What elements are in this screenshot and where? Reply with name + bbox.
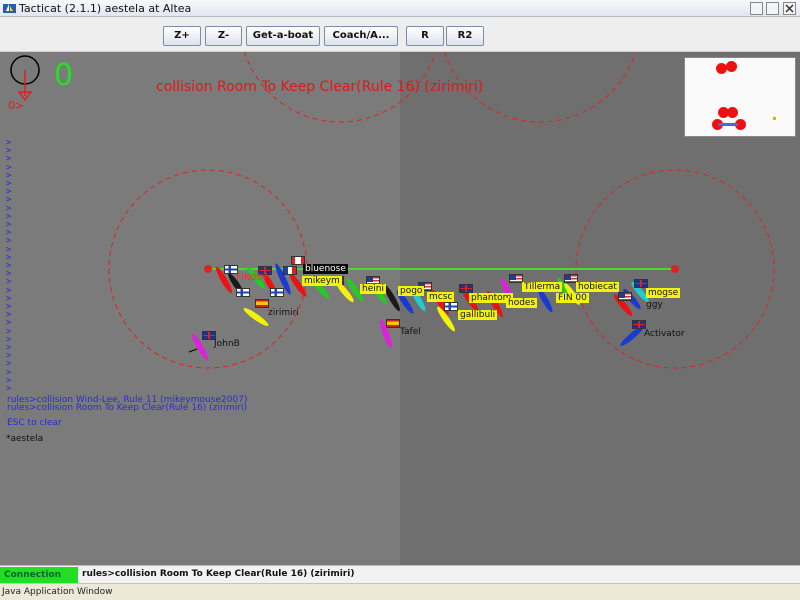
get-a-boat-button[interactable]: Get-a-boat: [246, 26, 320, 46]
minimap-fleet: [718, 123, 738, 126]
score-display: 0: [54, 58, 74, 93]
boat-label: Tafel: [400, 327, 421, 337]
minimap-boat: [773, 117, 776, 120]
boat-label: pogo: [398, 286, 425, 296]
log-prompt-marker: >: [6, 384, 12, 394]
flag-icon: [386, 319, 400, 328]
status-bar: Connection OK rules>collision Room To Ke…: [0, 565, 800, 596]
zoom-out-button[interactable]: Z-: [205, 26, 242, 46]
flag-icon: [283, 266, 297, 275]
minimap-mark: [726, 61, 737, 72]
close-icon[interactable]: [783, 2, 796, 15]
boat-label: mcsc: [427, 292, 455, 302]
r2-button[interactable]: R2: [446, 26, 484, 46]
toolbar: Z+ Z- Get-a-boat Coach/A... R R2: [0, 17, 800, 52]
flag-icon: [270, 288, 284, 297]
flag-icon: [509, 274, 523, 283]
boat-label: zirimiri: [268, 308, 299, 318]
window-title: Tacticat (2.1.1) aestela at Altea: [19, 2, 192, 15]
boat-label: Tillerma: [522, 282, 563, 292]
flag-icon: [634, 279, 648, 288]
current-user: *aestela: [6, 434, 44, 444]
boat-label: hodes: [506, 298, 538, 308]
boat-label: ggy: [646, 300, 663, 310]
flag-icon: [444, 302, 458, 311]
flag-icon: [618, 292, 632, 301]
boat-label: mogse: [646, 288, 681, 298]
boat-label: heini: [360, 284, 386, 294]
boat-label: hobiecat: [576, 282, 619, 292]
restore-icon[interactable]: [766, 2, 779, 15]
flag-icon: [255, 299, 269, 308]
committee-boat: [671, 265, 679, 273]
window-titlebar: Tacticat (2.1.1) aestela at Altea: [0, 0, 800, 17]
minimap[interactable]: [684, 57, 796, 137]
boat-label: mikeym: [302, 276, 342, 286]
boat: [243, 308, 269, 326]
flag-icon: [459, 284, 473, 293]
status-message: rules>collision Room To Keep Clear(Rule …: [82, 569, 355, 579]
r-button[interactable]: R: [406, 26, 444, 46]
wind-indicator: [10, 55, 40, 102]
connection-status: Connection OK: [0, 567, 78, 596]
boat-label: Activator: [644, 329, 685, 339]
collision-alert: collision Room To Keep Clear(Rule 16) (z…: [156, 79, 484, 95]
minimize-icon[interactable]: [750, 2, 763, 15]
app-icon: [3, 4, 16, 13]
boat-label: FIN 00: [556, 293, 589, 303]
race-field[interactable]: 0 0> collision Room To Keep Clear(Rule 1…: [0, 52, 800, 565]
course-graphics: [10, 52, 775, 369]
zoom-in-button[interactable]: Z+: [163, 26, 201, 46]
minimap-mark: [727, 107, 738, 118]
wind-label: 0>: [8, 99, 25, 112]
log-line: rules>collision Room To Keep Clear(Rule …: [7, 403, 248, 413]
coach-button[interactable]: Coach/A...: [324, 26, 398, 46]
boat-label: gallibuli: [458, 310, 498, 320]
boat-label: JohnB: [214, 339, 240, 349]
flag-icon: [632, 320, 646, 329]
applet-footer: Java Application Window: [0, 583, 800, 600]
start-pin: [204, 265, 212, 273]
boat-label: FIN007: [236, 273, 268, 283]
flag-icon: [236, 288, 250, 297]
boat-label: bluenose: [303, 264, 348, 274]
esc-hint[interactable]: ESC to clear: [7, 418, 62, 428]
